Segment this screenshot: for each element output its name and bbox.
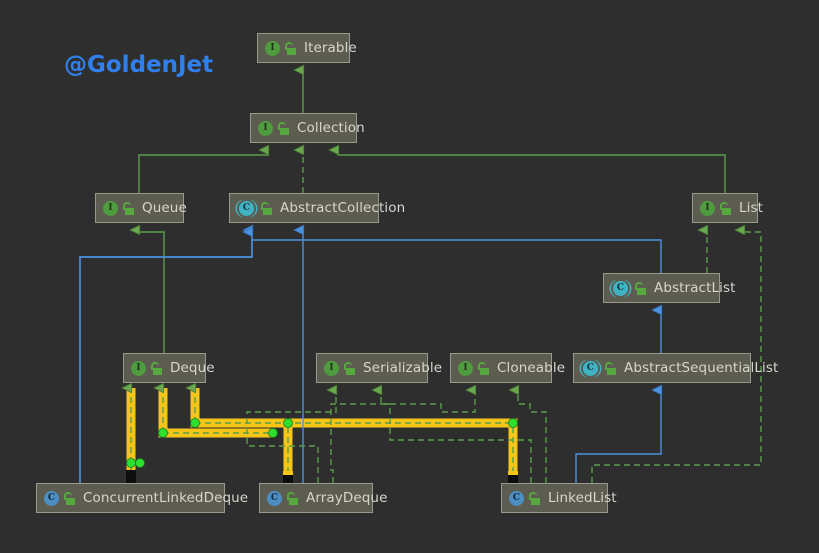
node-queue[interactable]: I Queue	[95, 193, 187, 223]
lock-icon	[529, 491, 541, 505]
interface-icon: I	[700, 200, 715, 216]
node-label: ConcurrentLinkedDeque	[83, 490, 249, 506]
node-abstractsequentiallist[interactable]: C AbstractSequentialList	[573, 353, 778, 383]
node-label: AbstractSequentialList	[624, 360, 779, 376]
node-label: ArrayDeque	[306, 490, 388, 506]
node-list[interactable]: I List	[692, 193, 763, 223]
lock-icon	[261, 201, 273, 215]
abstract-class-icon: C	[581, 358, 600, 378]
lock-icon	[123, 201, 135, 215]
node-label: List	[739, 200, 763, 216]
node-iterable[interactable]: I Iterable	[257, 33, 357, 63]
class-icon: C	[44, 490, 59, 506]
interface-icon: I	[103, 200, 118, 216]
edge-queue-extends-collection[interactable]	[138, 150, 268, 193]
interface-icon: I	[131, 360, 146, 376]
node-abstractcollection[interactable]: C AbstractCollection	[229, 193, 405, 223]
node-arraydeque[interactable]: C ArrayDeque	[259, 483, 387, 513]
node-deque[interactable]: I Deque	[123, 353, 215, 383]
node-label: Serializable	[363, 360, 443, 376]
interface-icon: I	[458, 360, 473, 376]
node-cloneable[interactable]: I Cloneable	[450, 353, 565, 383]
selected-edge-highlight	[126, 388, 518, 483]
lock-icon	[720, 201, 732, 215]
edge-arraydeque-implements-cloneable[interactable]	[330, 390, 475, 483]
uml-diagram-canvas[interactable]: @GoldenJet I Iterable I Collection I Que…	[0, 0, 819, 553]
lock-icon	[344, 361, 356, 375]
node-collection[interactable]: I Collection	[250, 113, 365, 143]
node-label: LinkedList	[548, 490, 617, 506]
interface-icon: I	[324, 360, 339, 376]
class-icon: C	[509, 490, 524, 506]
node-concurrentlinkeddeque[interactable]: C ConcurrentLinkedDeque	[36, 483, 248, 513]
lock-icon	[278, 121, 290, 135]
lock-icon	[151, 361, 163, 375]
edge-deque-extends-queue[interactable]	[139, 230, 165, 353]
lock-icon	[635, 281, 647, 295]
node-label: Iterable	[304, 40, 357, 56]
lock-icon	[605, 361, 617, 375]
edge-list-extends-collection[interactable]	[338, 150, 726, 193]
node-label: Cloneable	[497, 360, 566, 376]
node-label: Deque	[170, 360, 215, 376]
node-label: Collection	[297, 120, 365, 136]
node-label: AbstractList	[654, 280, 736, 296]
abstract-class-icon: C	[237, 198, 256, 218]
node-abstractlist[interactable]: C AbstractList	[603, 273, 735, 303]
edge-linkedlist-implements-cloneable[interactable]	[518, 390, 547, 483]
lock-icon	[478, 361, 490, 375]
interface-icon: I	[265, 40, 280, 56]
class-icon: C	[267, 490, 282, 506]
lock-icon	[287, 491, 299, 505]
watermark: @GoldenJet	[64, 52, 214, 78]
node-serializable[interactable]: I Serializable	[316, 353, 442, 383]
node-linkedlist[interactable]: C LinkedList	[501, 483, 617, 513]
edge-linkedlist-extends-abstractsequentiallist[interactable]	[575, 390, 661, 483]
lock-icon	[64, 491, 76, 505]
edge-abstractlist-extends-abstractcollection[interactable]	[252, 230, 662, 273]
node-label: AbstractCollection	[280, 200, 406, 216]
abstract-class-icon: C	[611, 278, 630, 298]
interface-icon: I	[258, 120, 273, 136]
lock-icon	[285, 41, 297, 55]
node-label: Queue	[142, 200, 187, 216]
